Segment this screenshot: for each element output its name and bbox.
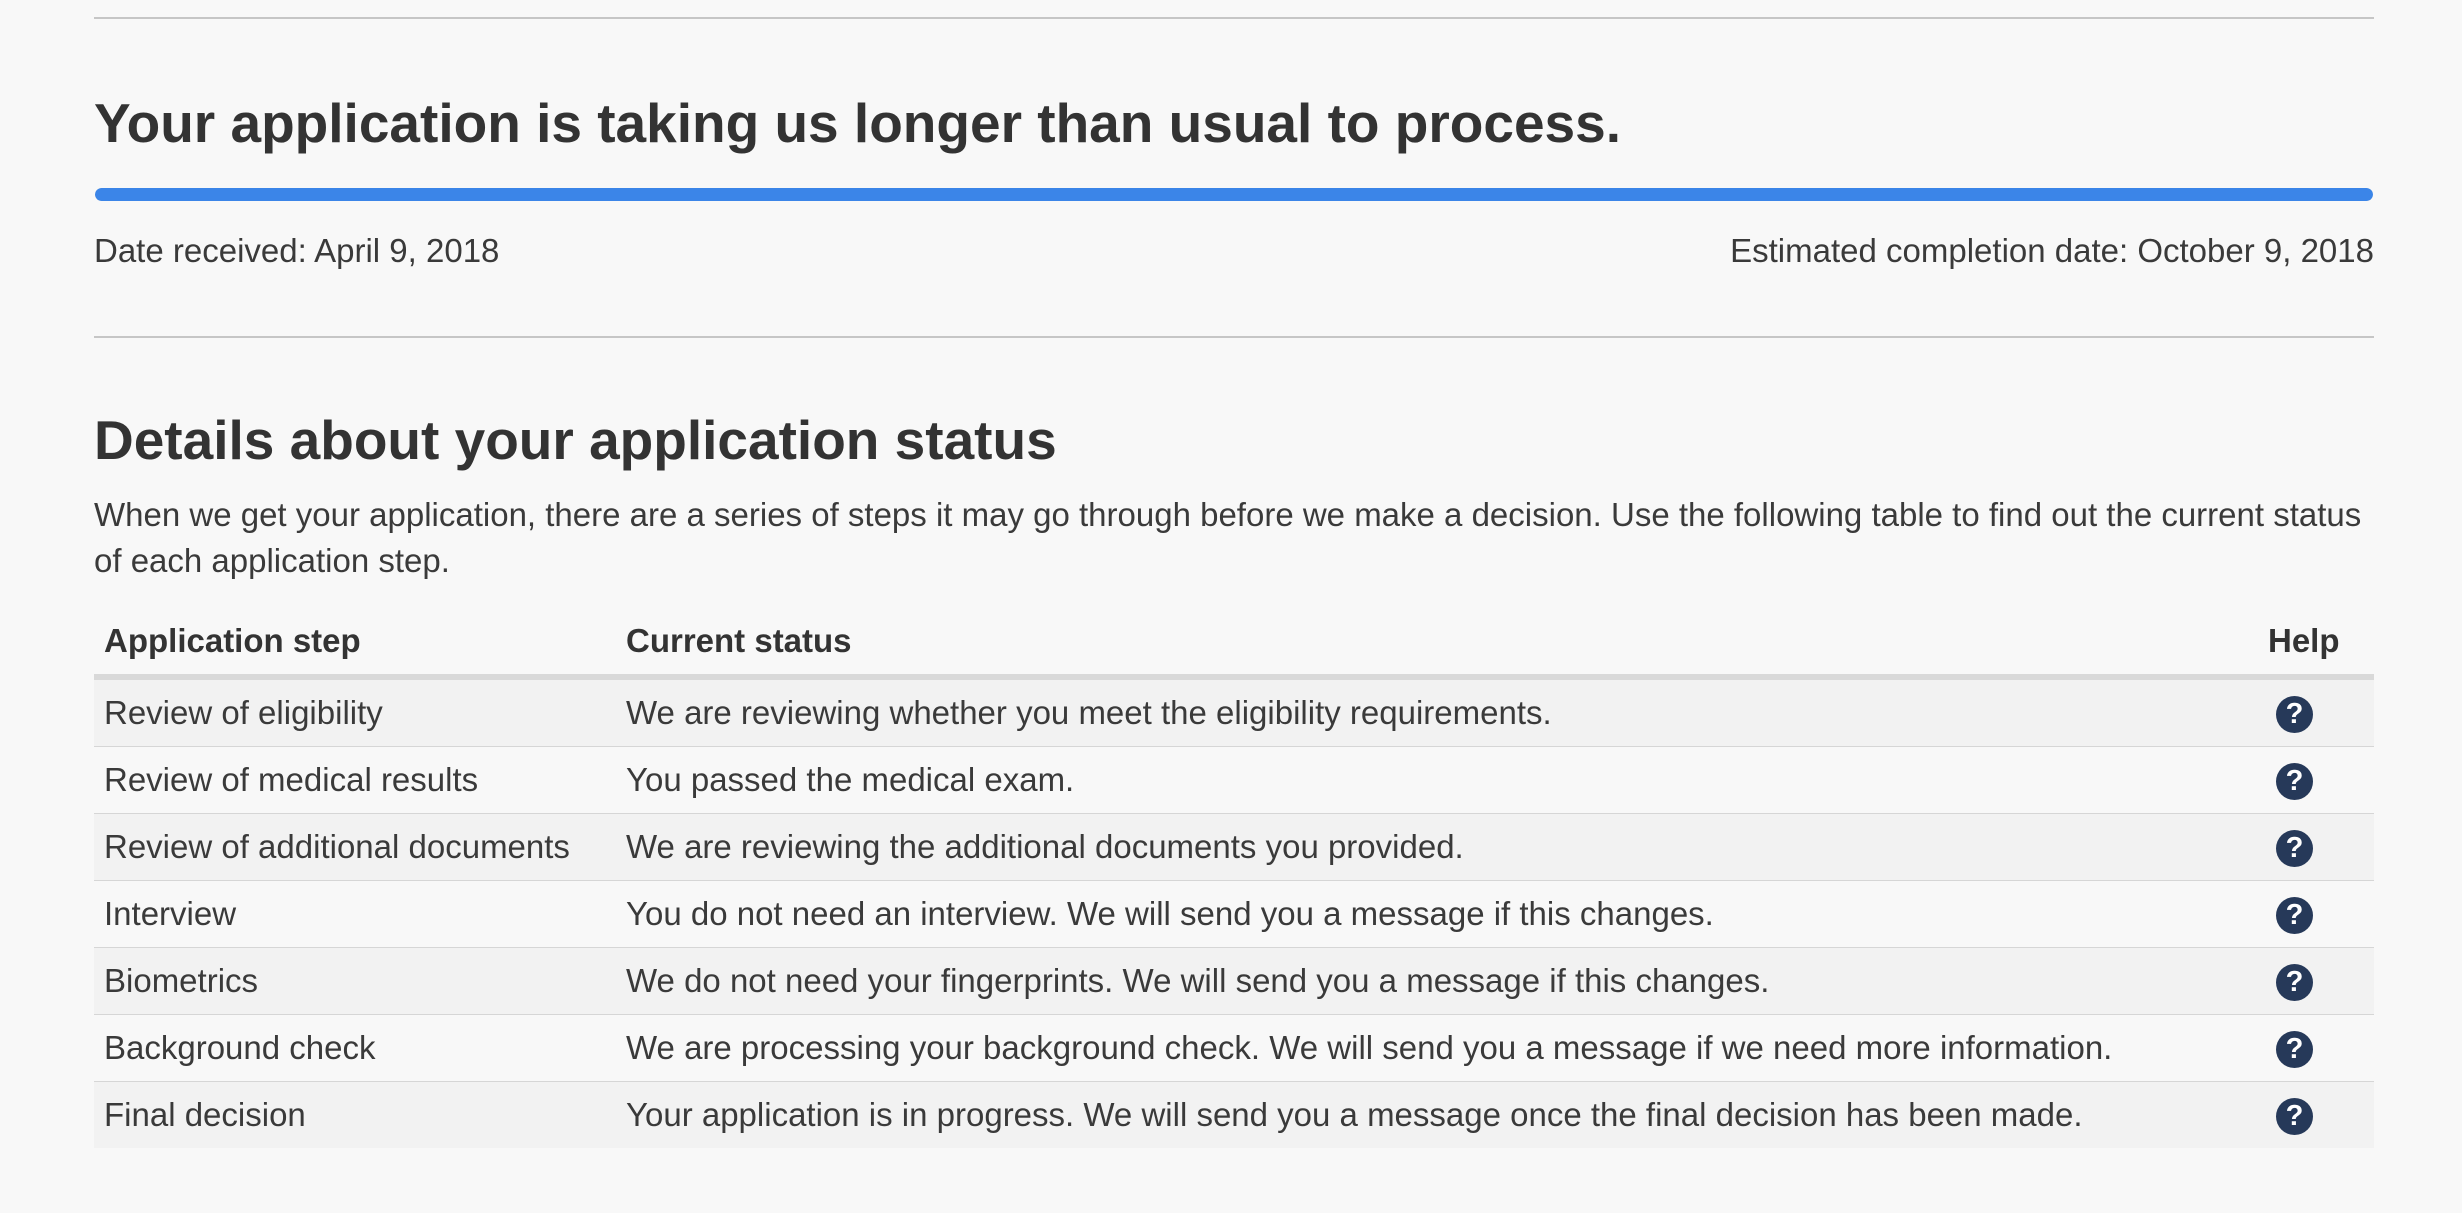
table-row: Review of eligibility We are reviewing w… <box>94 677 2374 747</box>
help-cell: ? <box>2258 880 2374 948</box>
date-received: Date received: April 9, 2018 <box>94 232 500 269</box>
help-cell: ? <box>2258 813 2374 881</box>
application-status-table: Application step Current status Help Rev… <box>94 608 2374 1148</box>
section-divider <box>94 336 2374 338</box>
table-row: Final decision Your application is in pr… <box>94 1081 2374 1148</box>
help-cell: ? <box>2258 746 2374 814</box>
question-circle-icon[interactable]: ? <box>2276 896 2313 934</box>
column-header-status: Current status <box>616 608 2258 680</box>
table-row: Review of medical results You passed the… <box>94 746 2374 814</box>
question-circle-icon[interactable]: ? <box>2276 695 2313 733</box>
help-cell: ? <box>2258 677 2374 747</box>
step-cell: Review of eligibility <box>104 694 383 731</box>
table-row: Review of additional documents We are re… <box>94 813 2374 881</box>
status-cell: You do not need an interview. We will se… <box>616 880 2258 948</box>
question-circle-icon[interactable]: ? <box>2276 762 2313 800</box>
status-cell: Your application is in progress. We will… <box>616 1081 2258 1148</box>
question-circle-icon[interactable]: ? <box>2276 963 2313 1001</box>
step-cell: Review of additional documents <box>94 813 616 881</box>
step-cell: Background check <box>94 1014 616 1082</box>
progress-bar-fill <box>95 188 2373 201</box>
help-cell: ? <box>2258 1081 2374 1148</box>
intro-text: When we get your application, there are … <box>94 496 2362 579</box>
status-cell: We do not need your fingerprints. We wil… <box>616 947 2258 1015</box>
status-cell: We are reviewing whether you meet the el… <box>626 694 1552 731</box>
question-circle-icon[interactable]: ? <box>2276 1097 2313 1135</box>
status-cell: We are processing your background check.… <box>616 1014 2258 1082</box>
question-circle-icon[interactable]: ? <box>2276 1030 2313 1068</box>
help-cell: ? <box>2258 947 2374 1015</box>
top-divider <box>94 17 2374 19</box>
page-title: Your application is taking us longer tha… <box>94 92 1622 154</box>
table-row: Biometrics We do not need your fingerpri… <box>94 947 2374 1015</box>
help-cell: ? <box>2258 1014 2374 1082</box>
step-cell: Biometrics <box>94 947 616 1015</box>
status-cell: We are reviewing the additional document… <box>616 813 2258 881</box>
question-circle-icon[interactable]: ? <box>2276 829 2313 867</box>
column-header-help: Help <box>2258 608 2374 680</box>
step-cell: Review of medical results <box>94 746 616 814</box>
section-title: Details about your application status <box>94 409 1057 471</box>
table-header-row: Application step Current status Help <box>94 608 2374 680</box>
step-cell: Final decision <box>94 1081 616 1148</box>
step-cell: Interview <box>94 880 616 948</box>
status-cell: You passed the medical exam. <box>616 746 2258 814</box>
estimated-completion-date: Estimated completion date: October 9, 20… <box>1730 232 2374 269</box>
column-header-step: Application step <box>94 608 616 680</box>
table-row: Background check We are processing your … <box>94 1014 2374 1082</box>
processing-progress-bar <box>95 188 2373 201</box>
table-row: Interview You do not need an interview. … <box>94 880 2374 948</box>
